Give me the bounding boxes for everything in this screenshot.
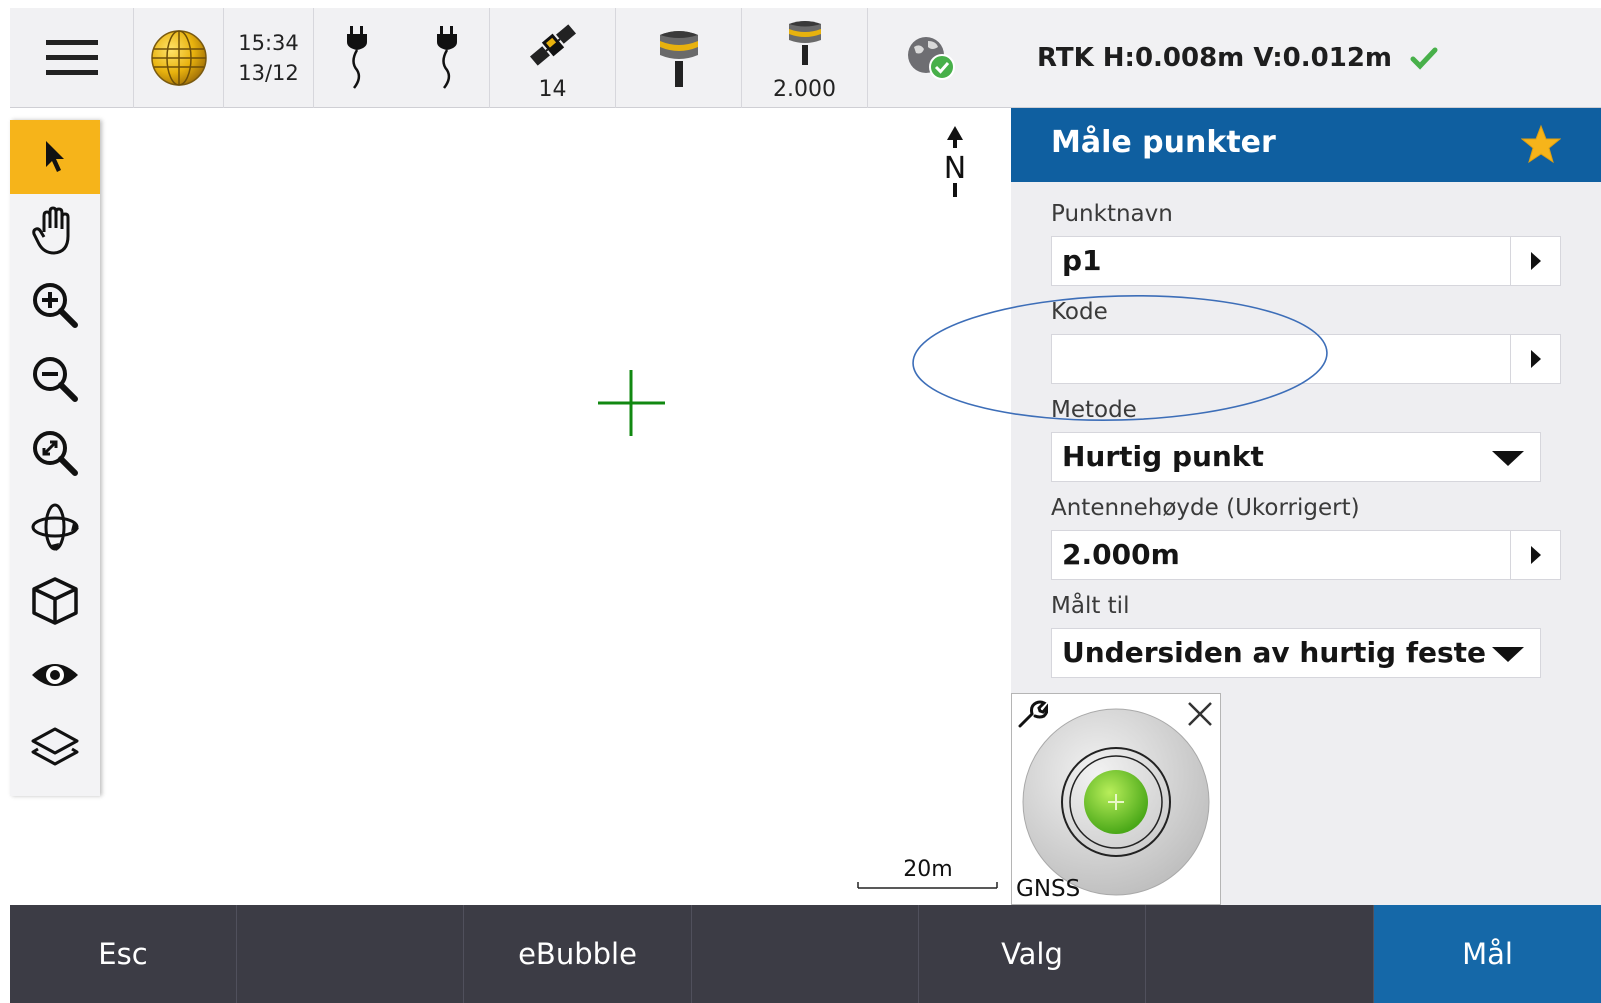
satellite-icon (529, 24, 576, 66)
layers-icon (31, 727, 79, 766)
gnss-receiver-icon (659, 31, 698, 87)
softkey-empty-3 (1146, 905, 1374, 1003)
rtk-status-text: RTK H:0.008m V:0.012m (1037, 43, 1393, 73)
check-icon (1410, 47, 1438, 70)
zoom-out-button[interactable] (10, 342, 100, 416)
power-plug-icon (346, 26, 367, 89)
status-bar: 15:34 13/12 14 2.000 RTK H:0.008m V:0.01… (10, 8, 1601, 108)
method-label: Metode (1051, 397, 1137, 423)
panel-header: Måle punkter (1011, 108, 1601, 182)
arrow-right-icon (1530, 546, 1541, 564)
options-button[interactable]: Valg (919, 905, 1146, 1003)
pan-tool-button[interactable] (10, 194, 100, 268)
antenna-height-value: 2.000m (1062, 538, 1180, 571)
visibility-eye-icon (32, 664, 78, 686)
gnss-receiver-height-icon (788, 21, 821, 65)
coordinate-system-button[interactable] (134, 8, 224, 108)
zoom-extents-button[interactable] (10, 416, 100, 490)
softkey-empty-2 (692, 905, 919, 1003)
power-status-button[interactable] (314, 8, 490, 108)
gnss-label: GNSS (1016, 876, 1081, 902)
select-arrow-icon (46, 141, 64, 172)
antenna-height-arrow-button[interactable] (1510, 531, 1560, 579)
internet-connected-icon (908, 37, 955, 80)
arrow-right-icon (1530, 350, 1541, 368)
scale-bar (857, 882, 998, 889)
arrow-right-icon (1530, 252, 1541, 270)
point-name-label: Punktnavn (1051, 201, 1173, 227)
orbit-button[interactable] (10, 490, 100, 564)
menu-icon (45, 40, 98, 75)
measured-to-label: Målt til (1051, 593, 1130, 619)
close-icon[interactable] (1186, 700, 1214, 728)
esc-button[interactable]: Esc (10, 905, 237, 1003)
scale-label: 20m (903, 857, 952, 882)
clock-time: 15:34 (238, 31, 299, 55)
antenna-height-field[interactable]: 2.000m (1051, 530, 1561, 580)
method-select[interactable]: Hurtig punkt (1051, 432, 1541, 482)
visibility-button[interactable] (10, 638, 100, 712)
satellites-button[interactable]: 14 (490, 8, 616, 108)
code-field[interactable] (1051, 334, 1561, 384)
point-name-value: p1 (1062, 244, 1102, 277)
pan-hand-icon (32, 206, 70, 255)
point-name-field[interactable]: p1 (1051, 236, 1561, 286)
satellite-count: 14 (538, 77, 567, 102)
map-crosshair (598, 370, 665, 436)
antenna-height-button[interactable]: 2.000 (742, 8, 868, 108)
gnss-receiver-button[interactable] (616, 8, 742, 108)
rtk-precision-status[interactable]: RTK H:0.008m V:0.012m (1037, 8, 1438, 108)
antenna-height-label: Antennehøyde (Ukorrigert) (1051, 495, 1360, 521)
method-value: Hurtig punkt (1062, 440, 1264, 473)
panel-title: Måle punkter (1051, 125, 1276, 160)
app-window: 15:34 13/12 14 2.000 RTK H:0.008m V:0.01… (0, 0, 1601, 1003)
clock: 15:34 13/12 (224, 8, 314, 108)
internet-status-button[interactable] (868, 8, 992, 108)
softkey-empty-1 (237, 905, 464, 1003)
wrench-icon[interactable] (1016, 698, 1048, 730)
map-view[interactable]: N 20m (10, 108, 1010, 905)
measure-button[interactable]: Mål (1374, 905, 1601, 1003)
measured-to-select[interactable]: Undersiden av hurtig feste (1051, 628, 1541, 678)
north-label: N (944, 151, 966, 186)
chevron-down-icon (1492, 451, 1524, 466)
zoom-out-icon (33, 357, 78, 402)
point-name-arrow-button[interactable] (1510, 237, 1560, 285)
layers-button[interactable] (10, 712, 100, 786)
power-plug-icon (436, 26, 457, 89)
globe-icon (150, 30, 207, 86)
zoom-in-button[interactable] (10, 268, 100, 342)
chevron-down-icon (1492, 647, 1524, 662)
clock-date: 13/12 (238, 61, 299, 85)
select-tool-button[interactable] (10, 120, 100, 194)
map-toolbar (10, 120, 100, 796)
view-cube-button[interactable] (10, 564, 100, 638)
zoom-in-icon (33, 283, 78, 328)
menu-button[interactable] (10, 8, 134, 108)
ebubble-button[interactable]: eBubble (464, 905, 692, 1003)
zoom-extents-icon (33, 431, 78, 476)
cube-view-icon (32, 577, 78, 625)
measured-to-value: Undersiden av hurtig feste (1062, 636, 1487, 669)
gnss-ebubble-window[interactable]: GNSS (1011, 693, 1221, 905)
orbit-icon (31, 503, 79, 551)
antenna-height-readout: 2.000 (773, 77, 836, 102)
code-label: Kode (1051, 299, 1108, 325)
favorite-star-icon[interactable] (1521, 124, 1561, 164)
code-arrow-button[interactable] (1510, 335, 1560, 383)
softkey-bar: Esc eBubble Valg Mål (10, 905, 1601, 1003)
